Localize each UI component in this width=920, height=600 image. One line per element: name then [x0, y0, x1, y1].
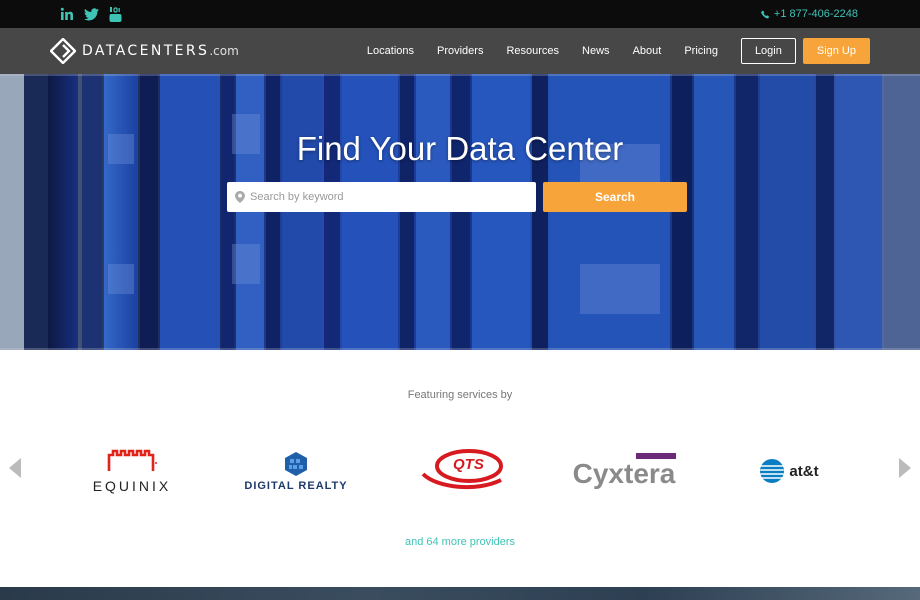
linkedin-icon[interactable] [60, 7, 74, 21]
cyxtera-text: Cyxtera [572, 458, 676, 489]
signup-button[interactable]: Sign Up [802, 38, 870, 64]
provider-equinix[interactable]: EQUINIX [80, 445, 184, 497]
logo-domain: .com [209, 44, 239, 58]
site-logo[interactable]: DATACENTERS.com [50, 38, 239, 64]
logo-diamond-icon [50, 38, 76, 64]
qts-text: QTS [453, 456, 484, 473]
provider-digital-realty[interactable]: DIGITAL REALTY [242, 445, 350, 497]
search-field [227, 182, 536, 212]
main-navigation: DATACENTERS.com Locations Providers Reso… [0, 28, 920, 74]
search-button[interactable]: Search [543, 182, 687, 212]
provider-qts[interactable]: QTS [414, 445, 506, 497]
nav-news[interactable]: News [582, 45, 610, 57]
social-links [60, 6, 122, 22]
hero-overlay [0, 74, 920, 350]
next-section-preview [0, 587, 920, 600]
nav-resources[interactable]: Resources [506, 45, 559, 57]
hero-banner: Find Your Data Center Search [0, 74, 920, 350]
nav-pricing[interactable]: Pricing [684, 45, 718, 57]
logo-text: DATACENTERS.com [82, 43, 239, 59]
phone-number[interactable]: +1 877-406-2248 [760, 8, 858, 20]
nav-locations[interactable]: Locations [367, 45, 414, 57]
twitter-icon[interactable] [84, 7, 99, 21]
equinix-text: EQUINIX [92, 477, 172, 494]
featuring-title: Featuring services by [407, 389, 513, 401]
att-text: at&t [789, 462, 819, 480]
phone-icon [760, 9, 770, 19]
top-bar: +1 877-406-2248 [0, 0, 920, 28]
digital-realty-logo-icon [285, 451, 307, 476]
youtube-icon[interactable] [109, 6, 122, 22]
location-pin-icon [235, 191, 245, 203]
provider-att[interactable]: at&t [754, 445, 824, 497]
provider-logos: EQUINIX DIGITAL REALTY QTS Cyxtera at&t [0, 445, 920, 497]
nav-links: Locations Providers Resources News About… [344, 38, 870, 64]
qts-badge: QTS [417, 448, 503, 494]
login-button[interactable]: Login [740, 38, 796, 64]
provider-cyxtera[interactable]: Cyxtera [570, 445, 678, 497]
logo-main: DATACENTERS [82, 43, 210, 59]
featured-providers: Featuring services by EQUINIX DIGITAL RE… [0, 350, 920, 587]
search-input[interactable] [250, 191, 520, 203]
nav-providers[interactable]: Providers [437, 45, 483, 57]
nav-about[interactable]: About [633, 45, 662, 57]
equinix-logo-icon [107, 449, 157, 471]
digital-realty-text: DIGITAL REALTY [244, 479, 348, 492]
phone-text: +1 877-406-2248 [773, 8, 858, 20]
more-providers-link[interactable]: and 64 more providers [0, 536, 920, 548]
hero-title: Find Your Data Center [296, 130, 624, 167]
att-globe-icon [760, 459, 785, 483]
